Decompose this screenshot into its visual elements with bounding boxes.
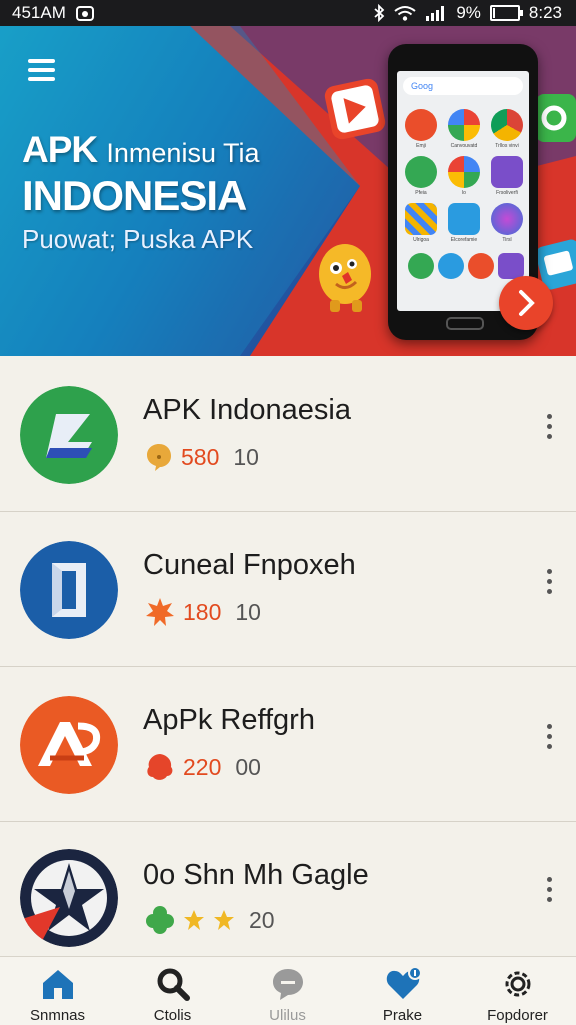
star-rating-icon	[184, 910, 204, 930]
next-arrow-button[interactable]	[499, 276, 553, 330]
splash-badge-icon	[147, 754, 173, 780]
phone-app: Frsoliverfi	[489, 156, 525, 196]
banner-title-sub: Inmenisu Tia	[106, 138, 260, 168]
gear-icon	[505, 971, 531, 997]
app-name: 0o Shn Mh Gagle	[143, 859, 369, 891]
app-meta: 20	[145, 905, 275, 935]
hero-banner[interactable]: APK Inmenisu Tia INDONESIA Puowat; Puska…	[0, 26, 576, 356]
phone-app: lo	[446, 156, 482, 196]
app-name: Cuneal Fnpoxeh	[143, 549, 356, 581]
app-rating: 220	[183, 753, 222, 780]
chevron-right-icon	[519, 290, 535, 316]
chat-icon	[273, 969, 303, 1000]
app-name: APK Indonaesia	[143, 394, 351, 426]
app-rating: 580	[181, 443, 220, 470]
tab-settings[interactable]: Fopdorer	[460, 957, 575, 1025]
phone-home-button	[446, 317, 484, 330]
banner-tagline: Puowat; Puska APK	[22, 224, 254, 254]
more-options-button[interactable]	[542, 569, 556, 599]
home-icon	[43, 970, 73, 999]
app-name: ApPk Reffgrh	[143, 704, 315, 736]
wifi-icon	[394, 6, 416, 21]
floating-gear-app-icon	[536, 94, 576, 142]
list-item[interactable]: APK Indonaesia 580 10	[0, 356, 576, 512]
list-item[interactable]: ApPk Reffgrh 220 00	[0, 666, 576, 822]
phone-app: Canvouvatd	[446, 109, 482, 149]
tab-messages[interactable]: Ulilus	[230, 957, 345, 1025]
battery-icon	[489, 5, 523, 21]
tab-home[interactable]: Snmnas	[0, 957, 115, 1025]
status-time-left: 451AM	[12, 3, 66, 22]
tab-search[interactable]: Ctolis	[115, 957, 230, 1025]
tab-label: Ulilus	[269, 1007, 306, 1024]
mascot-robot-icon	[319, 244, 371, 312]
status-bar: 451AM 9% 8:23	[0, 0, 576, 26]
menu-icon[interactable]	[28, 59, 56, 81]
banner-title: APK Inmenisu Tia	[22, 129, 259, 171]
cuneal-app-icon	[20, 541, 118, 639]
search-icon	[157, 968, 190, 1001]
phone-app: Ulrigoa	[403, 203, 439, 243]
star-app-icon	[20, 849, 118, 947]
star-rating-icon	[214, 910, 234, 930]
phone-app: Emji	[403, 109, 439, 149]
phone-app: Tirsl	[489, 203, 525, 243]
phone-screen: Goog Emji Canvouvatd Trllos vinvi Pfeia …	[397, 71, 529, 311]
app-count: 10	[235, 598, 261, 625]
tab-label: Snmnas	[29, 1007, 86, 1024]
app-rating: 180	[183, 598, 222, 625]
battery-fill	[492, 8, 495, 18]
more-options-button[interactable]	[542, 724, 556, 754]
phone-app: Pfeia	[403, 156, 439, 196]
app-meta: 180 10	[145, 597, 261, 627]
more-options-button[interactable]	[542, 414, 556, 444]
app-count: 20	[249, 906, 275, 933]
apk-ref-app-icon	[20, 696, 118, 794]
app-meta: 220 00	[145, 752, 261, 782]
battery-percent: 9%	[456, 3, 481, 22]
app-count: 10	[233, 443, 259, 470]
bluetooth-icon	[374, 4, 385, 22]
floating-play-app-icon	[324, 78, 386, 140]
phone-app: Elcorefamie	[446, 203, 482, 243]
banner-headline: INDONESIA	[22, 172, 247, 219]
tab-label: Ctolis	[153, 1007, 192, 1024]
burst-badge-icon	[146, 598, 174, 626]
bottom-navigation: Snmnas Ctolis Ulilus Prake Fopdorer	[0, 956, 576, 1025]
tab-label: Fopdorer	[487, 1007, 548, 1024]
tab-label: Prake	[382, 1007, 423, 1024]
more-options-button[interactable]	[542, 877, 556, 907]
status-time-right: 8:23	[528, 3, 562, 22]
list-item[interactable]: 0o Shn Mh Gagle 20	[0, 821, 576, 956]
app-meta: 580 10	[145, 442, 259, 472]
banner-title-main: APK	[22, 129, 98, 170]
heart-icon	[386, 967, 421, 999]
apk-indonesia-app-icon	[20, 386, 118, 484]
camera-notification-icon	[75, 6, 94, 21]
signal-icon	[426, 6, 445, 21]
app-count: 00	[235, 753, 261, 780]
clover-badge-icon	[146, 906, 174, 934]
phone-search-bar: Goog	[403, 77, 523, 95]
chat-bubble-icon	[147, 444, 171, 471]
list-item[interactable]: Cuneal Fnpoxeh 180 10	[0, 511, 576, 667]
tab-favorites[interactable]: Prake	[345, 957, 460, 1025]
phone-app: Trllos vinvi	[489, 109, 525, 149]
